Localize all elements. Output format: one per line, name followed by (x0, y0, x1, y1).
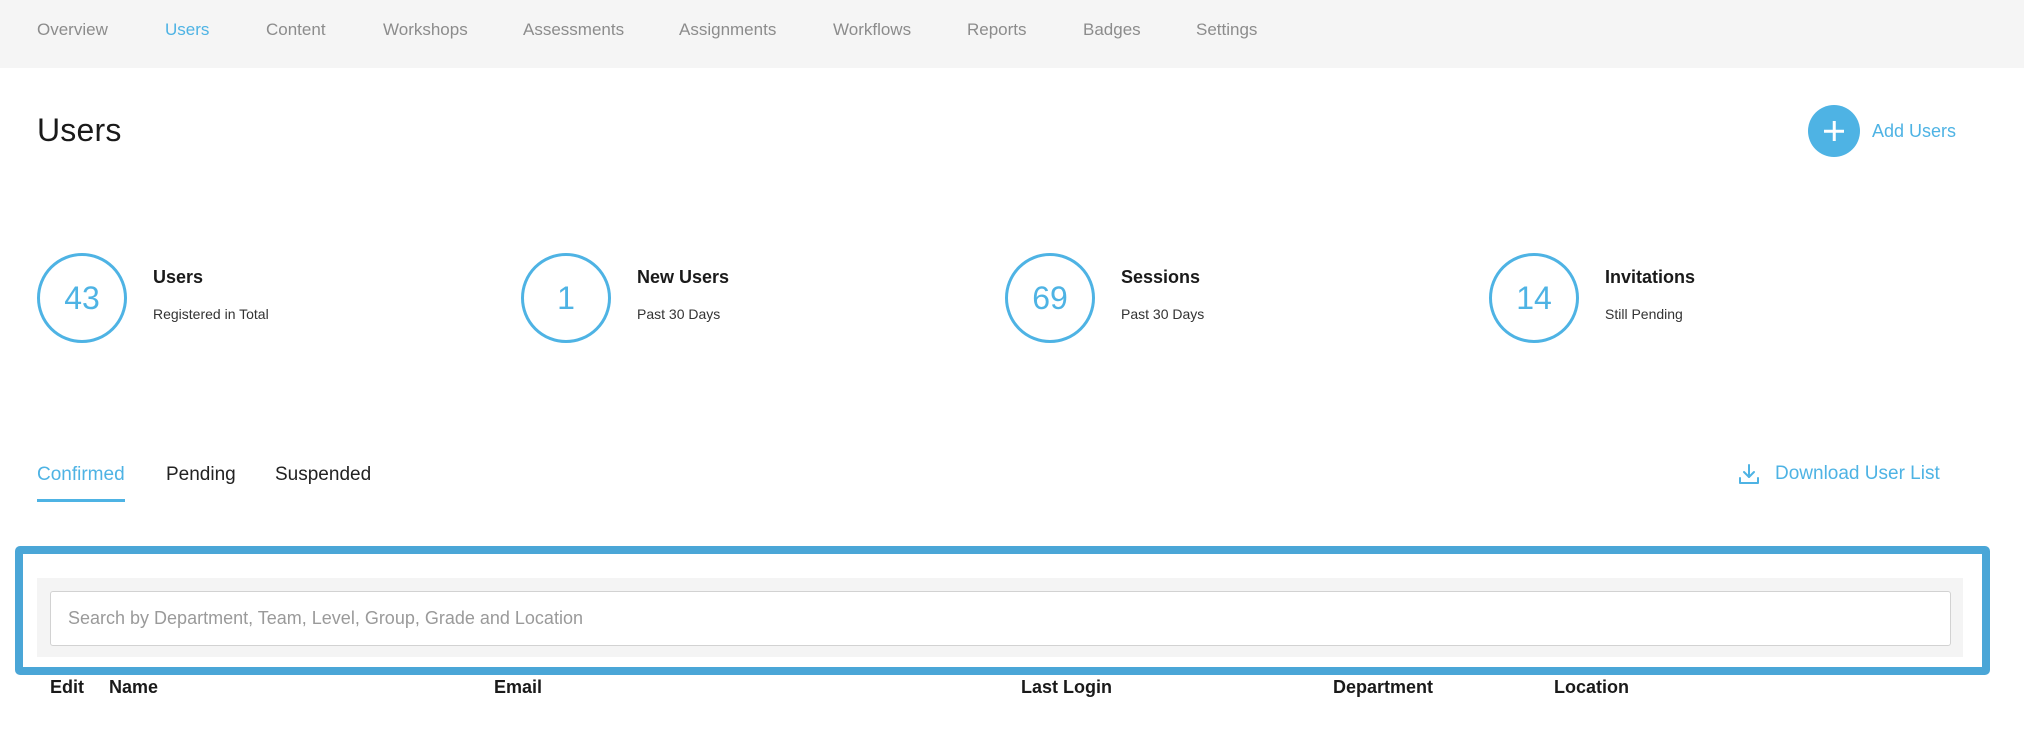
stat-users: 43 Users Registered in Total (37, 252, 269, 344)
add-users-label[interactable]: Add Users (1872, 121, 1956, 142)
stat-sessions: 69 Sessions Past 30 Days (1005, 252, 1204, 344)
search-input[interactable] (50, 591, 1951, 646)
stat-subtitle: Past 30 Days (637, 305, 721, 322)
stat-title: Invitations (1605, 266, 1696, 287)
nav-item-workshops[interactable]: Workshops (383, 20, 468, 40)
nav-item-workflows[interactable]: Workflows (833, 20, 911, 40)
column-header-last-login[interactable]: Last Login (1021, 677, 1112, 698)
nav-item-content[interactable]: Content (266, 20, 326, 40)
nav-item-badges[interactable]: Badges (1083, 20, 1141, 40)
tab-suspended[interactable]: Suspended (275, 464, 371, 486)
stat-subtitle: Past 30 Days (1121, 305, 1205, 322)
nav-item-assessments[interactable]: Assessments (523, 20, 624, 40)
nav-item-overview[interactable]: Overview (37, 20, 108, 40)
stat-invitations: 14 Invitations Still Pending (1489, 252, 1695, 344)
stat-subtitle: Registered in Total (153, 305, 269, 322)
active-tab-indicator (37, 499, 125, 502)
download-user-list-button[interactable]: Download User List (1737, 462, 1940, 486)
column-header-name[interactable]: Name (109, 677, 158, 698)
nav-item-users[interactable]: Users (165, 20, 209, 40)
add-users-button[interactable]: Add Users (1808, 105, 1956, 157)
stat-value: 43 (37, 253, 127, 343)
tab-pending[interactable]: Pending (166, 464, 236, 486)
column-header-department[interactable]: Department (1333, 677, 1433, 698)
nav-item-assignments[interactable]: Assignments (679, 20, 776, 40)
column-header-location[interactable]: Location (1554, 677, 1629, 698)
page-title: Users (37, 112, 122, 148)
top-navigation: Overview Users Content Workshops Assessm… (0, 0, 2024, 68)
stat-title: Users (153, 266, 204, 287)
column-header-edit[interactable]: Edit (50, 677, 84, 698)
download-icon[interactable] (1737, 462, 1761, 486)
stat-new-users: 1 New Users Past 30 Days (521, 252, 729, 344)
stat-subtitle: Still Pending (1605, 305, 1683, 322)
nav-item-settings[interactable]: Settings (1196, 20, 1257, 40)
nav-item-reports[interactable]: Reports (967, 20, 1027, 40)
stat-value: 14 (1489, 253, 1579, 343)
download-label[interactable]: Download User List (1775, 463, 1940, 485)
plus-icon[interactable] (1808, 105, 1860, 157)
stat-value: 1 (521, 253, 611, 343)
stat-value: 69 (1005, 253, 1095, 343)
stat-title: New Users (637, 266, 730, 287)
tab-confirmed[interactable]: Confirmed (37, 464, 125, 486)
stat-title: Sessions (1121, 266, 1201, 287)
column-header-email[interactable]: Email (494, 677, 542, 698)
